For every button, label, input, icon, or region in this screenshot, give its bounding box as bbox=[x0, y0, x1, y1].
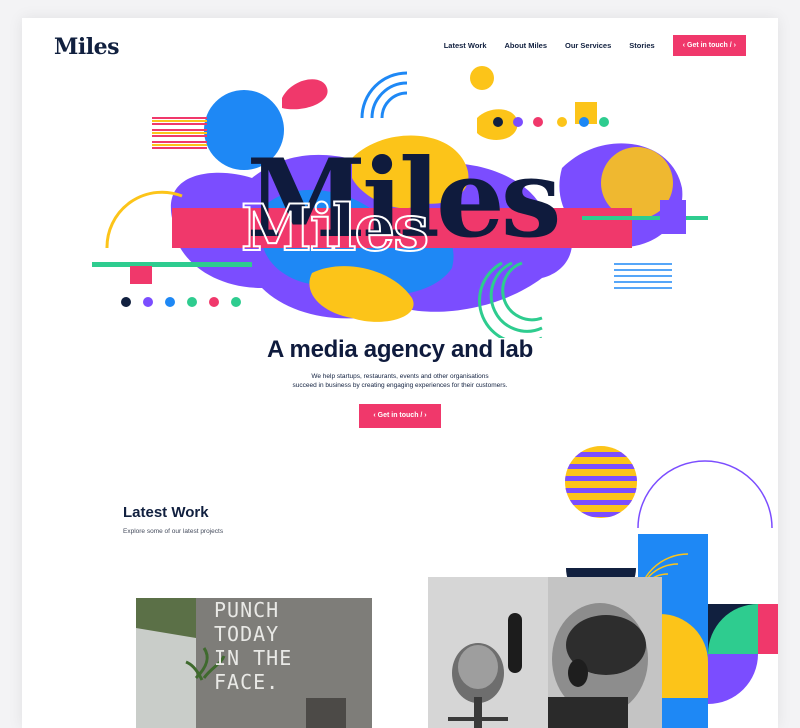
project-card-2[interactable] bbox=[428, 577, 662, 728]
latest-work-title: Latest Work bbox=[123, 504, 209, 521]
pink-squiggle-shape bbox=[282, 79, 328, 110]
pink-strip-shape bbox=[758, 604, 778, 654]
project-1-image-text: PUNCH TODAY IN THE FACE. bbox=[214, 598, 292, 694]
hero-description-line-1: We help startups, restaurants, events an… bbox=[311, 373, 489, 380]
green-line-left-shape bbox=[92, 262, 252, 267]
green-line-right-shape bbox=[582, 216, 708, 220]
yellow-dot-shape bbox=[470, 66, 494, 90]
image-text-line: IN THE bbox=[214, 646, 293, 670]
image-text-line: TODAY bbox=[214, 622, 280, 646]
project-2-image bbox=[428, 577, 662, 728]
hero-description-line-2: succeed in business by creating engaging… bbox=[292, 382, 508, 389]
pink-square-shape bbox=[130, 266, 152, 284]
hero-outline-title: Miles bbox=[241, 191, 427, 266]
image-text-line: PUNCH bbox=[214, 598, 280, 622]
hero-illustration: Miles Miles bbox=[92, 66, 708, 338]
hero-description: We help startups, restaurants, events an… bbox=[250, 372, 550, 390]
blue-stripes-shape bbox=[614, 263, 672, 289]
hero-get-in-touch-button[interactable]: ‹ Get in touch / › bbox=[359, 404, 441, 428]
purple-rect-shape bbox=[660, 200, 686, 234]
yellow-arc-shape bbox=[105, 190, 183, 249]
dots-row-left bbox=[121, 297, 241, 307]
purple-arc-outline-shape bbox=[637, 460, 773, 529]
blue-arcs-shape bbox=[360, 71, 408, 119]
image-text-line: FACE. bbox=[214, 670, 280, 694]
page: Miles Latest Work About Miles Our Servic… bbox=[22, 18, 778, 728]
project-card-1[interactable]: PUNCH TODAY IN THE FACE. bbox=[136, 598, 372, 728]
hero-tagline: A media agency and lab bbox=[267, 336, 533, 363]
purple-quarter-shape bbox=[708, 654, 758, 704]
latest-work-subtitle: Explore some of our latest projects bbox=[123, 528, 224, 535]
striped-circle-shape bbox=[565, 446, 637, 518]
